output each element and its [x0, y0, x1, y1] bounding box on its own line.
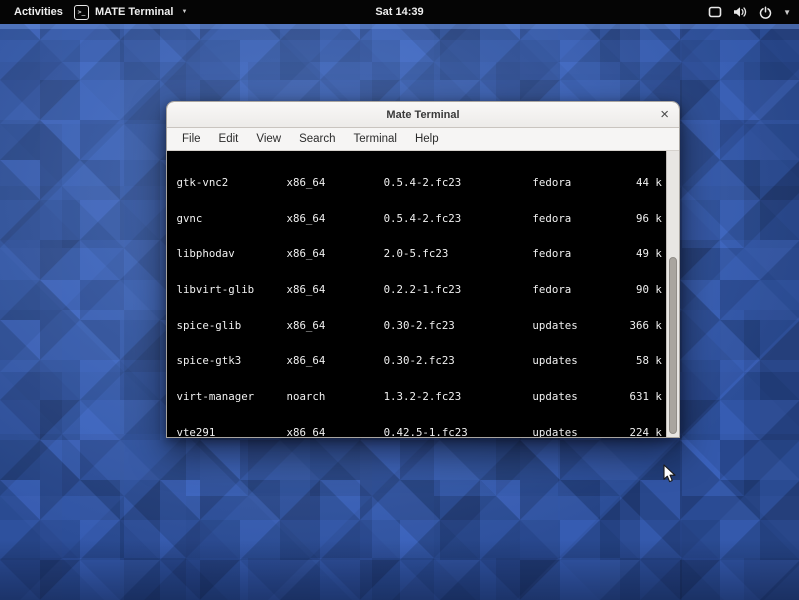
terminal-line: libphodav x86_64 2.0-5.fc23 fedora 49 k — [170, 248, 666, 260]
clock-button[interactable]: Sat 14:39 — [375, 0, 423, 24]
clock-label: Sat 14:39 — [375, 6, 423, 18]
activities-label: Activities — [14, 6, 63, 18]
scrollbar-thumb[interactable] — [669, 257, 677, 434]
terminal-icon: >_ — [74, 5, 89, 20]
power-icon — [759, 6, 772, 19]
menu-edit[interactable]: Edit — [210, 128, 248, 150]
terminal-line: libvirt-glib x86_64 0.2.2-1.fc23 fedora … — [170, 284, 666, 296]
terminal-line: spice-gtk3 x86_64 0.30-2.fc23 updates 58… — [170, 355, 666, 367]
scrollbar[interactable] — [666, 151, 679, 437]
mouse-cursor — [663, 464, 677, 484]
menu-view[interactable]: View — [247, 128, 290, 150]
terminal-line: vte291 x86_64 0.42.5-1.fc23 updates 224 … — [170, 427, 666, 437]
terminal-line: gtk-vnc2 x86_64 0.5.4-2.fc23 fedora 44 k — [170, 177, 666, 189]
volume-icon — [733, 6, 748, 18]
desktop-screen: Activities >_ MATE Terminal ▼ Sat 14:39 … — [0, 0, 799, 600]
window-titlebar[interactable]: Mate Terminal × — [167, 102, 679, 128]
close-button[interactable]: × — [660, 102, 669, 126]
window-title: Mate Terminal — [386, 109, 459, 121]
menu-file[interactable]: File — [173, 128, 210, 150]
system-tray-menu[interactable]: ▼ — [708, 0, 791, 24]
activities-button[interactable]: Activities — [10, 0, 67, 24]
app-menu-button[interactable]: >_ MATE Terminal ▼ — [70, 0, 191, 24]
menu-bar: File Edit View Search Terminal Help — [167, 128, 679, 151]
chevron-down-icon: ▼ — [783, 8, 791, 17]
menu-help[interactable]: Help — [406, 128, 448, 150]
terminal-output: gtk-vnc2 x86_64 0.5.4-2.fc23 fedora 44 k… — [167, 151, 666, 437]
display-icon — [708, 6, 722, 18]
terminal-line: virt-manager noarch 1.3.2-2.fc23 updates… — [170, 391, 666, 403]
top-bar: Activities >_ MATE Terminal ▼ Sat 14:39 … — [0, 0, 799, 24]
chevron-down-icon: ▼ — [181, 9, 187, 15]
terminal-line: gvnc x86_64 0.5.4-2.fc23 fedora 96 k — [170, 213, 666, 225]
terminal-line: spice-glib x86_64 0.30-2.fc23 updates 36… — [170, 320, 666, 332]
terminal-content[interactable]: gtk-vnc2 x86_64 0.5.4-2.fc23 fedora 44 k… — [167, 151, 679, 437]
menu-search[interactable]: Search — [290, 128, 344, 150]
app-menu-label: MATE Terminal — [95, 6, 173, 18]
terminal-window: Mate Terminal × File Edit View Search Te… — [166, 101, 680, 438]
menu-terminal[interactable]: Terminal — [345, 128, 406, 150]
